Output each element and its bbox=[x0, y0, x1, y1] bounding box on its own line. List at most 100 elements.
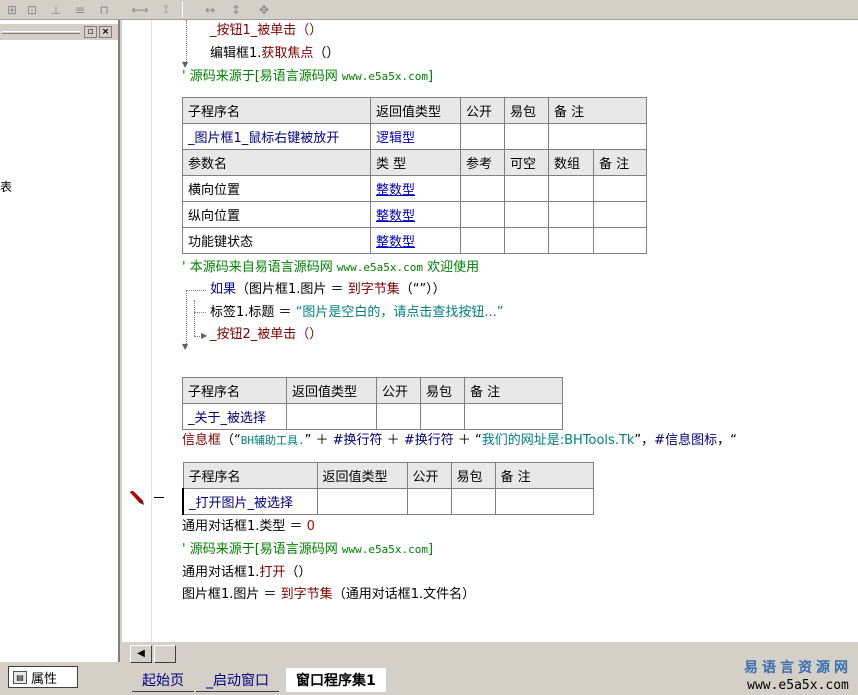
param-cell[interactable] bbox=[548, 227, 594, 254]
code-dialog-open[interactable]: 通用对话框1.打开（） bbox=[182, 564, 311, 582]
align-right-icon[interactable]: ⊓ bbox=[94, 1, 114, 18]
header-remark: 备 注 bbox=[494, 462, 594, 489]
param-type-cell[interactable]: 整数型 bbox=[370, 201, 461, 228]
param-name-cell[interactable]: 功能键状态 bbox=[182, 227, 371, 254]
restore-icon[interactable]: ▫ bbox=[84, 26, 97, 38]
param-cell[interactable] bbox=[548, 175, 594, 202]
param-type-cell[interactable]: 整数型 bbox=[370, 227, 461, 254]
param-cell[interactable] bbox=[548, 201, 594, 228]
header-param-ref: 参考 bbox=[460, 149, 505, 176]
align-top-icon[interactable]: ⊡ bbox=[22, 1, 42, 18]
param-name-cell[interactable]: 纵向位置 bbox=[182, 201, 371, 228]
header-remark: 备 注 bbox=[464, 377, 563, 404]
size-both-icon[interactable]: ✥ bbox=[254, 1, 274, 18]
flow-line bbox=[186, 290, 206, 291]
code-expression: （通用对话框1.文件名） bbox=[332, 587, 476, 602]
align-center-icon[interactable]: ⊥ bbox=[46, 1, 66, 18]
code-picture-assign[interactable]: 图片框1.图片 ＝ 到字节集（通用对话框1.文件名） bbox=[182, 586, 475, 604]
header-subroutine-name: 子程序名 bbox=[182, 377, 287, 404]
height-icon[interactable]: ↕ bbox=[226, 1, 246, 18]
flow-line bbox=[186, 20, 187, 64]
code-number: 0 bbox=[306, 519, 315, 534]
code-comment[interactable]: ' 源码来源于[易语言源码网 www.e5a5x.com] bbox=[182, 541, 433, 559]
code-constant: #信息图标 bbox=[654, 433, 718, 448]
code-punct: ＋ “ bbox=[453, 433, 482, 448]
tab-label: 窗口程序集1 bbox=[296, 673, 376, 689]
comment-bracket: ] bbox=[428, 69, 434, 84]
code-object: 通用对话框1. bbox=[182, 565, 260, 580]
remark-cell[interactable] bbox=[548, 123, 647, 150]
return-type-cell[interactable] bbox=[286, 403, 377, 430]
tab-start-page[interactable]: 起始页 bbox=[132, 668, 194, 692]
header-param-array: 数组 bbox=[548, 149, 594, 176]
param-cell[interactable] bbox=[593, 175, 647, 202]
header-return-type: 返回值类型 bbox=[316, 462, 408, 489]
scroll-left-icon[interactable]: ◀ bbox=[130, 645, 152, 663]
param-cell[interactable] bbox=[460, 227, 505, 254]
package-cell[interactable] bbox=[450, 488, 496, 515]
public-cell[interactable] bbox=[460, 123, 505, 150]
align-left-icon[interactable]: ⊞ bbox=[2, 1, 22, 18]
public-cell[interactable] bbox=[376, 403, 421, 430]
tab-properties-label: 属性 bbox=[31, 671, 58, 687]
code-if-statement[interactable]: 如果（图片框1.图片 ＝ 到字节集（“”）） bbox=[210, 281, 446, 299]
code-function: 信息框 bbox=[182, 433, 222, 448]
header-package: 易包 bbox=[504, 97, 549, 124]
close-icon[interactable]: × bbox=[99, 26, 112, 38]
space-horizontal-icon[interactable]: ⟷ bbox=[130, 1, 150, 18]
code-dialog-type[interactable]: 通用对话框1.类型 ＝ 0 bbox=[182, 518, 315, 536]
code-editbox-focus[interactable]: 编辑框1.获取焦点（） bbox=[210, 45, 339, 63]
code-editor[interactable]: ▼ _按钮1_被单击（） 编辑框1.获取焦点（） ' 源码来源于[易语言源码网 … bbox=[122, 20, 858, 642]
code-punct: ”， bbox=[634, 433, 655, 448]
site-watermark: 易语言资源网 www.e5a5x.com bbox=[744, 660, 852, 694]
package-cell[interactable] bbox=[504, 123, 549, 150]
header-param-name: 参数名 bbox=[182, 149, 371, 176]
param-cell[interactable] bbox=[460, 201, 505, 228]
code-function: 到字节集 bbox=[280, 587, 333, 602]
code-label-assign[interactable]: 标签1.标题 ＝ “图片是空白的，请点击查找按钮...” bbox=[210, 304, 504, 322]
header-param-nullable: 可空 bbox=[504, 149, 549, 176]
remark-cell[interactable] bbox=[494, 488, 594, 515]
subroutine-name-cell[interactable]: _图片框1_鼠标右键被放开 bbox=[182, 123, 371, 150]
code-comment[interactable]: ' 本源码来自易语言源码网 www.e5a5x.com 欢迎使用 bbox=[182, 259, 479, 277]
editor-gutter bbox=[122, 20, 152, 642]
code-msgbox[interactable]: 信息框（“BH辅助工具.” ＋ #换行符 ＋ #换行符 ＋ “我们的网址是:BH… bbox=[182, 432, 737, 450]
flow-arrow-icon: ▶ bbox=[201, 331, 208, 340]
param-cell[interactable] bbox=[593, 201, 647, 228]
subroutine-name-cell[interactable]: _关于_被选择 bbox=[182, 403, 287, 430]
param-cell[interactable] bbox=[504, 227, 549, 254]
code-call-button2[interactable]: _按钮2_被单击（） bbox=[210, 326, 322, 344]
subroutine-table: 子程序名 返回值类型 公开 易包 备 注 _关于_被选择 bbox=[182, 377, 563, 430]
package-cell[interactable] bbox=[420, 403, 465, 430]
header-return-type: 返回值类型 bbox=[286, 377, 377, 404]
tab-label: 起始页 bbox=[142, 672, 184, 689]
code-call-button1[interactable]: _按钮1_被单击（） bbox=[210, 22, 322, 40]
tab-startup-window[interactable]: _启动窗口 bbox=[196, 668, 279, 692]
param-cell[interactable] bbox=[593, 227, 647, 254]
subroutine-table: 子程序名 返回值类型 公开 易包 备 注 _打开图片_被选择 bbox=[182, 462, 594, 515]
scroll-thumb[interactable] bbox=[154, 645, 176, 663]
tab-properties[interactable]: ▤ 属性 bbox=[8, 666, 78, 688]
param-cell[interactable] bbox=[460, 175, 505, 202]
return-type-cell[interactable]: 逻辑型 bbox=[370, 123, 461, 150]
panel-partial-text: 表 bbox=[0, 180, 13, 194]
flow-line bbox=[186, 290, 187, 348]
width-icon[interactable]: ↔ bbox=[200, 1, 220, 18]
subroutine-table: 子程序名 返回值类型 公开 易包 备 注 _图片框1_鼠标右键被放开 逻辑型 参… bbox=[182, 97, 647, 254]
return-type-cell[interactable] bbox=[316, 488, 408, 515]
align-bottom-icon[interactable]: ≡ bbox=[70, 1, 90, 18]
comment-text: ' 源码来源于[易语言源码网 bbox=[182, 542, 342, 557]
tab-window-assembly[interactable]: 窗口程序集1 bbox=[286, 668, 386, 692]
code-constant: #换行符 bbox=[332, 433, 383, 448]
param-cell[interactable] bbox=[504, 201, 549, 228]
param-cell[interactable] bbox=[504, 175, 549, 202]
code-string: 我们的网址是:BHTools.Tk bbox=[481, 433, 635, 448]
param-type-cell[interactable]: 整数型 bbox=[370, 175, 461, 202]
subroutine-name-cell[interactable]: _打开图片_被选择 bbox=[182, 488, 318, 515]
param-name-cell[interactable]: 横向位置 bbox=[182, 175, 371, 202]
code-comment[interactable]: ' 源码来源于[易语言源码网 www.e5a5x.com] bbox=[182, 68, 433, 86]
toolbar-separator bbox=[182, 2, 183, 17]
remark-cell[interactable] bbox=[464, 403, 563, 430]
public-cell[interactable] bbox=[406, 488, 452, 515]
space-vertical-icon[interactable]: ⟟ bbox=[156, 1, 176, 18]
